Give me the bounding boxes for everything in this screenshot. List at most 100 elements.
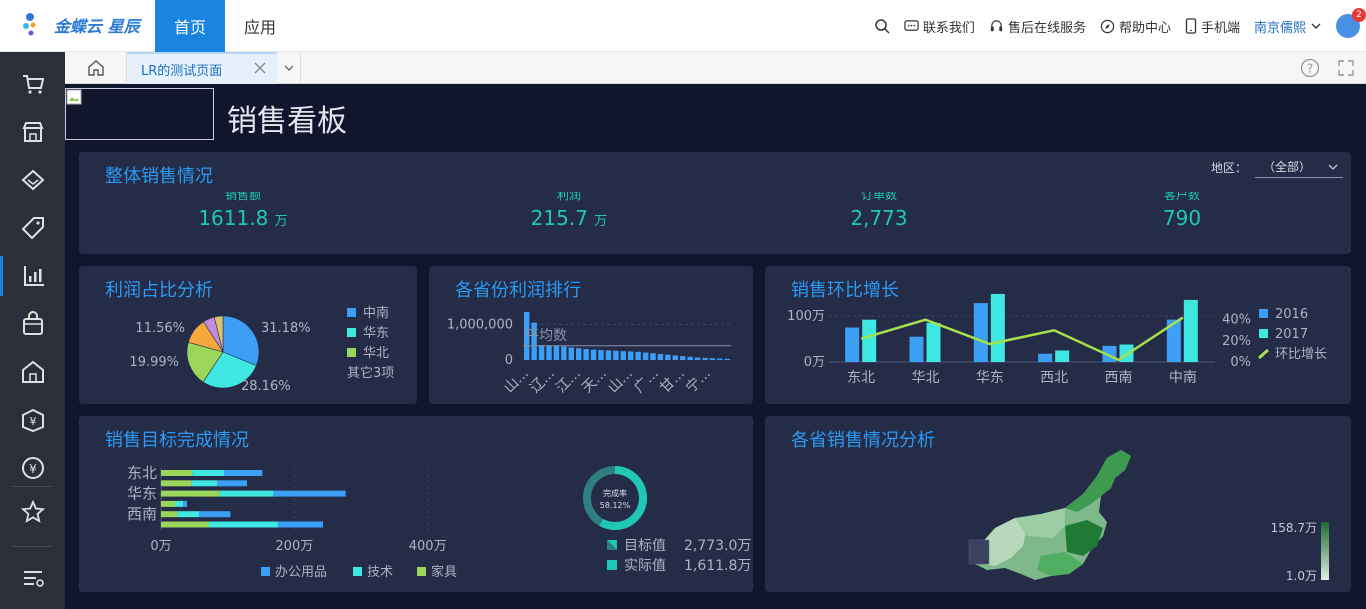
sidebar-item-bag[interactable] bbox=[0, 304, 65, 344]
y-tick-label: 0 bbox=[505, 353, 513, 368]
headset-icon bbox=[990, 19, 1003, 31]
bar bbox=[590, 349, 597, 360]
x-tick-label: 东北 bbox=[847, 370, 875, 386]
bar bbox=[694, 357, 701, 360]
legend-swatch bbox=[261, 567, 270, 576]
stacked-bar-segment bbox=[161, 470, 193, 476]
region-select[interactable]: （全部） bbox=[1255, 156, 1343, 178]
search-button[interactable] bbox=[874, 18, 890, 34]
stacked-bar-segment bbox=[278, 521, 323, 528]
bar bbox=[561, 346, 567, 360]
report-chart-icon bbox=[24, 266, 44, 286]
close-icon[interactable] bbox=[253, 61, 267, 75]
legend-line-swatch bbox=[1258, 348, 1269, 360]
province-sales-card: 各省销售情况分析 158.7万 1.0万 bbox=[765, 416, 1351, 592]
legend-label: 华北 bbox=[363, 346, 389, 361]
stacked-bar-segment bbox=[161, 521, 209, 528]
stacked-bar-segment bbox=[219, 490, 274, 497]
kpi-label: 利润 bbox=[556, 192, 581, 202]
after-sales-link[interactable]: 售后在线服务 bbox=[989, 17, 1086, 36]
nav-app[interactable]: 应用 bbox=[230, 0, 290, 52]
sidebar-item-store[interactable] bbox=[0, 112, 65, 152]
bar bbox=[583, 348, 589, 360]
chevron-down-icon bbox=[1311, 23, 1321, 29]
legend-swatch bbox=[347, 348, 356, 357]
legend-label: 环比增长 bbox=[1275, 347, 1327, 362]
target-completion-card: 销售目标完成情况 东北 华东 西南 0万 200万 400万 办公用品 技术 家具 完成率 58.… bbox=[79, 416, 753, 592]
tab-bar: LR的测试页面 ? bbox=[65, 52, 1366, 84]
svg-text:¥: ¥ bbox=[29, 462, 37, 476]
sidebar-item-cart[interactable] bbox=[0, 64, 65, 104]
kpi-label: 客户数 bbox=[1163, 192, 1200, 202]
sidebar-item-report[interactable] bbox=[0, 256, 65, 296]
stacked-bar-segment bbox=[191, 480, 217, 487]
mobile-link[interactable]: 手机端 bbox=[1185, 17, 1240, 36]
bar bbox=[620, 351, 626, 360]
map-region bbox=[1065, 520, 1103, 556]
bar bbox=[546, 345, 552, 360]
stacked-bar-segment bbox=[192, 470, 225, 476]
map-inset bbox=[968, 539, 990, 565]
overall-sales-title: 整体销售情况 bbox=[105, 166, 213, 187]
bar bbox=[724, 358, 730, 360]
sidebar-item-diamond[interactable] bbox=[0, 160, 65, 200]
kpi-value: 215.7 万 bbox=[530, 206, 608, 230]
y2-tick-label: 40% bbox=[1222, 313, 1251, 328]
nav-home[interactable]: 首页 bbox=[155, 0, 225, 52]
legend-label: 其它3项 bbox=[347, 365, 394, 381]
sidebar: ¥ ¥ bbox=[0, 52, 65, 609]
china-sales-map: 158.7万 1.0万 bbox=[968, 450, 1329, 583]
broken-image-icon bbox=[66, 89, 82, 105]
chevron-down-icon bbox=[284, 65, 293, 71]
bar bbox=[576, 348, 582, 360]
bar bbox=[553, 345, 560, 360]
fullscreen-icon[interactable] bbox=[1336, 58, 1356, 78]
stacked-bar-segment bbox=[175, 500, 183, 507]
compass-icon bbox=[1100, 19, 1115, 33]
stacked-bar-segment bbox=[161, 500, 175, 507]
tab-list-dropdown[interactable] bbox=[277, 52, 301, 84]
sidebar-item-payment[interactable]: ¥ bbox=[0, 448, 65, 488]
logo[interactable]: 金蝶云 星辰 bbox=[22, 10, 140, 40]
x-tick-label: 山... bbox=[501, 366, 532, 397]
diamond-icon bbox=[21, 169, 44, 191]
bar bbox=[672, 355, 678, 360]
bar bbox=[605, 350, 612, 360]
bar bbox=[628, 351, 634, 360]
x-tick-label: 西北 bbox=[1040, 370, 1068, 386]
bar bbox=[687, 356, 693, 360]
kpi-value: 790 bbox=[1162, 206, 1202, 230]
stacked-bar-segment bbox=[273, 490, 346, 497]
avatar[interactable]: 2 bbox=[1336, 8, 1366, 38]
store-icon bbox=[22, 122, 43, 142]
y2-tick-label: 20% bbox=[1222, 334, 1251, 349]
province-rank-card: 各省份利润排行 1,000,000 0 平均数 山... 辽... 江... 天... 山..… bbox=[429, 266, 753, 404]
donut-progress bbox=[599, 466, 647, 530]
contact-us-link[interactable]: 联系我们 bbox=[904, 17, 975, 36]
x-tick-label: 200万 bbox=[275, 539, 313, 554]
sidebar-item-favorites[interactable] bbox=[0, 492, 65, 532]
bar bbox=[642, 352, 649, 360]
legend-label: 华东 bbox=[363, 326, 389, 341]
sidebar-item-tag[interactable] bbox=[0, 208, 65, 248]
user-menu[interactable]: 南京儒熙 bbox=[1254, 17, 1322, 36]
actual-value: 1,611.8万 bbox=[684, 558, 751, 574]
home-icon bbox=[87, 60, 104, 76]
overall-sales-card: 整体销售情况 地区： （全部） 销售额 1611.8 万 利润 215.7 万 … bbox=[79, 152, 1351, 254]
bag-icon bbox=[22, 311, 43, 335]
tag-icon bbox=[21, 217, 44, 240]
sidebar-item-settings[interactable] bbox=[0, 558, 65, 598]
tab-lr-test-page[interactable]: LR的测试页面 bbox=[127, 52, 277, 84]
x-tick-label: 华北 bbox=[912, 370, 940, 386]
stacked-bar-segment bbox=[183, 500, 187, 507]
chevron-down-icon bbox=[1328, 164, 1338, 170]
help-center-link[interactable]: 帮助中心 bbox=[1100, 17, 1171, 36]
home-tab[interactable] bbox=[65, 52, 127, 84]
sidebar-item-warehouse[interactable] bbox=[0, 352, 65, 392]
x-tick-label: 山... bbox=[605, 366, 636, 397]
help-circle-icon[interactable]: ? bbox=[1300, 58, 1320, 78]
sidebar-item-finance[interactable]: ¥ bbox=[0, 400, 65, 440]
stacked-bar-segment bbox=[217, 480, 247, 487]
legend-swatch bbox=[417, 567, 426, 576]
x-tick-label: 江... bbox=[553, 366, 584, 397]
